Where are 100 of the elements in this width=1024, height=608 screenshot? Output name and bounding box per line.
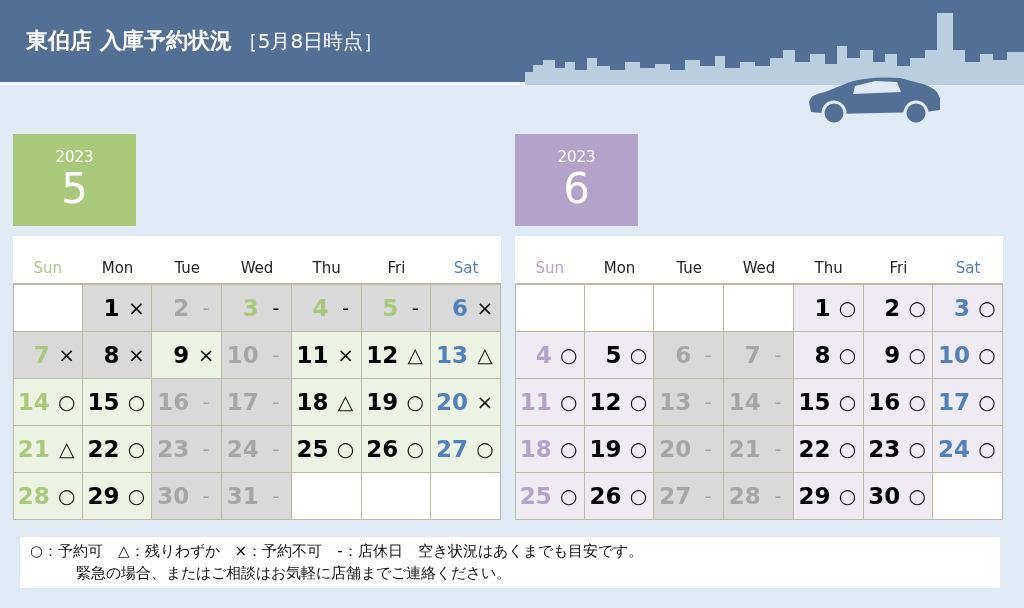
day-number: 15 bbox=[87, 389, 121, 415]
availability-mark: - bbox=[774, 390, 782, 414]
availability-mark: ○ bbox=[978, 437, 996, 461]
availability-mark: - bbox=[341, 296, 350, 320]
day-number: 8 bbox=[103, 342, 121, 368]
availability-mark: ○ bbox=[57, 484, 76, 508]
date-note: ［5月8日時点］ bbox=[237, 27, 384, 55]
availability-mark: ○ bbox=[978, 390, 996, 414]
day-number: 6 bbox=[452, 295, 469, 321]
availability-mark: × bbox=[476, 390, 494, 414]
availability-mark: ○ bbox=[838, 343, 857, 367]
availability-mark: ○ bbox=[57, 390, 76, 414]
availability-mark: ○ bbox=[127, 437, 146, 461]
day-number: 22 bbox=[87, 436, 121, 462]
availability-mark: - bbox=[411, 296, 419, 320]
day-number: 21 bbox=[17, 436, 51, 462]
availability-mark: - bbox=[202, 437, 210, 461]
day-number: 22 bbox=[798, 436, 832, 462]
day-number: 1 bbox=[814, 295, 832, 321]
day-number: 10 bbox=[938, 342, 971, 368]
availability-mark: - bbox=[202, 484, 210, 508]
day-number: 26 bbox=[366, 436, 400, 462]
availability-mark: ○ bbox=[629, 437, 648, 461]
availability-mark: ○ bbox=[838, 296, 857, 320]
day-number: 23 bbox=[868, 436, 902, 462]
availability-mark: ○ bbox=[559, 390, 578, 414]
day-number: 3 bbox=[954, 295, 971, 321]
availability-mark: - bbox=[272, 296, 280, 320]
day-number: 11 bbox=[296, 342, 330, 368]
day-number: 30 bbox=[868, 483, 902, 509]
legend-text: 緊急の場合、またはご相談はお気軽に店舗までご連絡ください。 bbox=[75, 563, 512, 584]
day-number: 28 bbox=[17, 483, 51, 509]
availability-mark: × bbox=[337, 343, 354, 367]
availability-mark: × bbox=[58, 343, 76, 367]
page-title: 東伯店 入庫予約状況 bbox=[26, 27, 232, 55]
day-number: 29 bbox=[87, 483, 121, 509]
availability-mark: × bbox=[128, 296, 145, 320]
day-number: 29 bbox=[798, 483, 832, 509]
availability-mark: △ bbox=[337, 390, 354, 414]
availability-mark: - bbox=[202, 296, 210, 320]
availability-mark: - bbox=[704, 484, 712, 508]
availability-mark: × bbox=[476, 296, 494, 320]
availability-mark: - bbox=[704, 343, 712, 367]
day-number: 15 bbox=[798, 389, 832, 415]
day-number: 27 bbox=[436, 436, 469, 462]
day-number: 18 bbox=[519, 436, 553, 462]
availability-mark: × bbox=[197, 343, 215, 367]
availability-mark: ○ bbox=[629, 390, 648, 414]
availability-mark: ○ bbox=[908, 296, 926, 320]
availability-mark: × bbox=[128, 343, 145, 367]
day-number: 9 bbox=[884, 342, 902, 368]
availability-mark: △ bbox=[59, 437, 75, 461]
day-number: 1 bbox=[103, 295, 121, 321]
day-number: 12 bbox=[589, 389, 623, 415]
availability-mark: ○ bbox=[476, 437, 494, 461]
day-number: 14 bbox=[17, 389, 51, 415]
availability-mark: ○ bbox=[978, 343, 996, 367]
year-label: 2023 bbox=[557, 148, 596, 166]
day-number: 18 bbox=[296, 389, 330, 415]
availability-mark: ○ bbox=[336, 437, 355, 461]
legend-text: ○：予約可 △：残りわずか ×：予約不可 -：店休日 空き状況はあくまでも目安です。 bbox=[30, 541, 644, 562]
availability-mark: △ bbox=[477, 343, 493, 367]
availability-mark: ○ bbox=[559, 437, 578, 461]
availability-mark: - bbox=[704, 437, 712, 461]
availability-mark: ○ bbox=[908, 390, 926, 414]
year-label: 2023 bbox=[55, 148, 94, 166]
availability-mark: - bbox=[272, 437, 280, 461]
day-number: 26 bbox=[589, 483, 623, 509]
availability-mark: - bbox=[704, 390, 712, 414]
availability-mark: ○ bbox=[908, 437, 926, 461]
month-number: 6 bbox=[563, 166, 590, 212]
availability-mark: ○ bbox=[838, 437, 857, 461]
day-number: 19 bbox=[366, 389, 400, 415]
day-number: 19 bbox=[589, 436, 623, 462]
day-number: 5 bbox=[605, 342, 623, 368]
availability-mark: ○ bbox=[978, 296, 996, 320]
availability-mark: - bbox=[202, 390, 210, 414]
day-number: 4 bbox=[312, 295, 330, 321]
day-number: 5 bbox=[382, 295, 400, 321]
availability-mark: ○ bbox=[127, 390, 146, 414]
availability-mark: ○ bbox=[908, 343, 926, 367]
day-number: 25 bbox=[519, 483, 553, 509]
availability-mark: ○ bbox=[127, 484, 146, 508]
availability-mark: ○ bbox=[629, 484, 648, 508]
availability-mark: ○ bbox=[559, 484, 578, 508]
availability-mark: - bbox=[272, 484, 280, 508]
day-number: 12 bbox=[366, 342, 400, 368]
day-number: 17 bbox=[938, 389, 971, 415]
day-number: 4 bbox=[535, 342, 553, 368]
day-number: 9 bbox=[173, 342, 191, 368]
availability-mark: ○ bbox=[406, 437, 424, 461]
availability-mark: - bbox=[272, 390, 280, 414]
availability-mark: - bbox=[272, 343, 280, 367]
availability-mark: - bbox=[774, 484, 782, 508]
day-number: 20 bbox=[436, 389, 469, 415]
availability-mark: ○ bbox=[838, 484, 857, 508]
day-number: 24 bbox=[938, 436, 971, 462]
day-number: 3 bbox=[242, 295, 260, 321]
availability-mark: - bbox=[774, 437, 782, 461]
day-number: 25 bbox=[296, 436, 330, 462]
